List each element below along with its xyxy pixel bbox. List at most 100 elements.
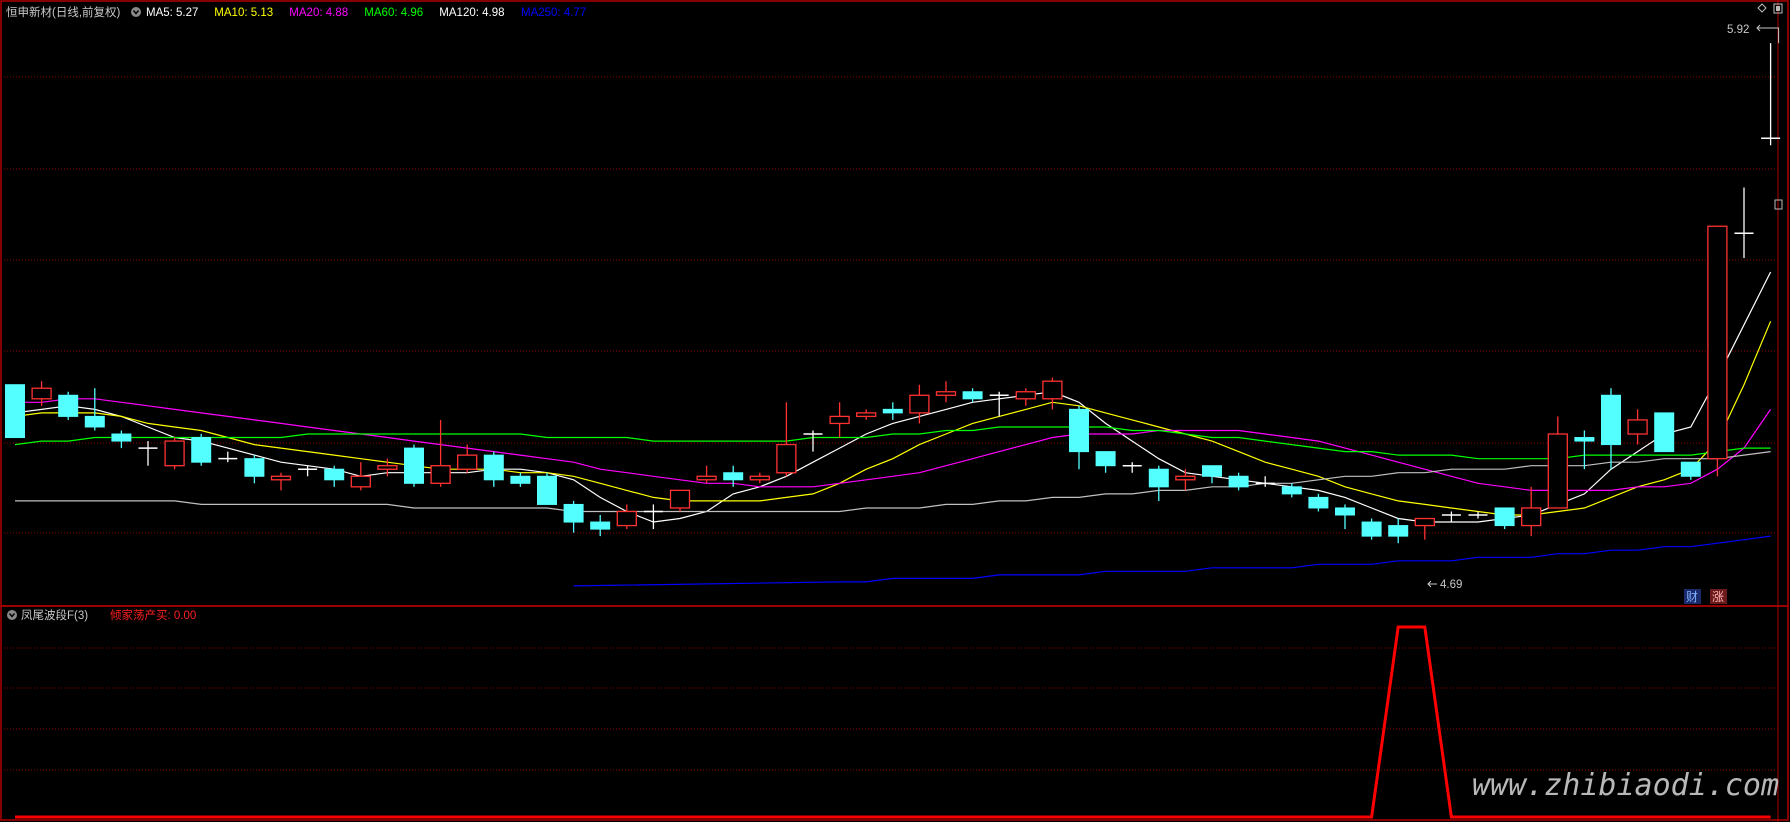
candle[interactable] — [1414, 517, 1435, 540]
rise-badge[interactable]: 涨 — [1712, 589, 1724, 604]
candle[interactable] — [669, 489, 691, 512]
candle[interactable] — [138, 441, 158, 466]
low-arrow-icon — [1427, 580, 1437, 588]
candle[interactable] — [696, 465, 717, 484]
candle-body — [590, 521, 611, 530]
candle[interactable] — [84, 388, 105, 431]
candle-body — [1228, 475, 1249, 488]
candle[interactable] — [1361, 518, 1382, 540]
candle-body — [1547, 433, 1568, 509]
candle-body — [1388, 525, 1409, 537]
candle[interactable] — [1441, 511, 1461, 523]
candle[interactable] — [882, 402, 903, 420]
candle[interactable] — [244, 455, 265, 484]
ma-legend-item: MA60: 4.96 — [364, 7, 423, 19]
candle[interactable] — [563, 500, 584, 533]
candle-body — [1361, 521, 1382, 537]
candle[interactable] — [1761, 43, 1781, 146]
candle-body — [749, 475, 770, 481]
candle[interactable] — [1069, 405, 1089, 470]
candle-body — [324, 468, 345, 481]
candle-body — [1335, 507, 1355, 516]
finance-badge[interactable]: 财 — [1686, 590, 1698, 604]
candle[interactable] — [1388, 518, 1409, 544]
candle[interactable] — [1601, 388, 1621, 470]
candle[interactable] — [829, 402, 850, 438]
candle[interactable] — [5, 384, 25, 439]
candle[interactable] — [1547, 416, 1568, 509]
candle[interactable] — [1521, 486, 1542, 537]
candle[interactable] — [58, 391, 79, 420]
ma120-line — [15, 451, 1771, 513]
candle[interactable] — [1095, 451, 1116, 473]
candle-body — [191, 437, 212, 463]
candle[interactable] — [1202, 465, 1222, 484]
candle-body — [563, 503, 584, 523]
candle-body — [935, 391, 957, 396]
main-title: 恒申新材(日线,前复权) — [6, 5, 121, 19]
candle-body — [457, 454, 478, 470]
candle[interactable] — [324, 465, 345, 487]
candle-body — [1015, 391, 1036, 400]
candle[interactable] — [935, 381, 957, 403]
candle[interactable] — [1494, 507, 1515, 530]
candle[interactable] — [430, 419, 451, 487]
candle[interactable] — [1707, 225, 1728, 477]
candle[interactable] — [1255, 476, 1275, 487]
candle[interactable] — [643, 504, 663, 530]
diamond-icon[interactable] — [1757, 3, 1767, 13]
candle-body — [882, 408, 903, 414]
stock-chart[interactable]: 恒申新材(日线,前复权) MA5: 5.27 MA10: 5.13 MA20: 4.… — [0, 0, 1790, 822]
candle[interactable] — [510, 472, 531, 487]
candle-body — [58, 394, 79, 417]
candle[interactable] — [537, 472, 557, 505]
candle[interactable] — [989, 391, 1009, 417]
candle[interactable] — [218, 451, 238, 463]
candle-body — [1601, 394, 1621, 446]
ma-legend-item: MA250: 4.77 — [521, 7, 586, 19]
candle[interactable] — [350, 462, 371, 491]
ma-legend: MA5: 5.27 MA10: 5.13 MA20: 4.88 MA60: 4.96 M… — [146, 7, 586, 19]
candle-body — [616, 510, 637, 527]
candle-body — [1042, 380, 1063, 400]
candle[interactable] — [298, 465, 318, 477]
candle[interactable] — [1015, 388, 1036, 406]
candle[interactable] — [776, 402, 797, 477]
collapse-icon[interactable] — [131, 7, 141, 17]
candle-body — [1202, 465, 1222, 477]
candle[interactable] — [1680, 461, 1701, 480]
candle-body — [829, 415, 850, 425]
candle[interactable] — [803, 430, 823, 452]
candle-body — [1414, 517, 1435, 527]
candle[interactable] — [749, 472, 770, 484]
candle[interactable] — [191, 434, 212, 466]
candle[interactable] — [1148, 465, 1169, 501]
candle[interactable] — [1654, 412, 1675, 453]
candle-body — [1627, 419, 1648, 435]
candle[interactable] — [164, 437, 185, 470]
low-price-label: 4.69 — [1440, 579, 1462, 591]
candle[interactable] — [1335, 504, 1355, 530]
ma-legend-item: MA10: 5.13 — [214, 7, 273, 19]
candle[interactable] — [1734, 187, 1754, 258]
candle[interactable] — [1627, 409, 1648, 445]
indicator-collapse-icon[interactable] — [7, 610, 17, 620]
candle[interactable] — [1228, 472, 1249, 491]
candle-body — [1069, 408, 1089, 453]
candle[interactable] — [1122, 462, 1142, 473]
candle[interactable] — [962, 388, 983, 403]
candle-body — [1095, 451, 1116, 467]
candle-body — [483, 454, 504, 481]
candle-body — [1654, 412, 1675, 453]
candle-body — [537, 475, 557, 505]
candle[interactable] — [111, 430, 132, 449]
candle[interactable] — [1574, 430, 1595, 470]
candle[interactable] — [1308, 493, 1329, 512]
candle[interactable] — [404, 444, 424, 487]
candle[interactable] — [1175, 469, 1196, 491]
candle[interactable] — [856, 409, 877, 420]
candle[interactable] — [590, 515, 611, 537]
candle[interactable] — [483, 451, 504, 487]
candle[interactable] — [270, 472, 292, 491]
candle-body — [909, 394, 930, 414]
